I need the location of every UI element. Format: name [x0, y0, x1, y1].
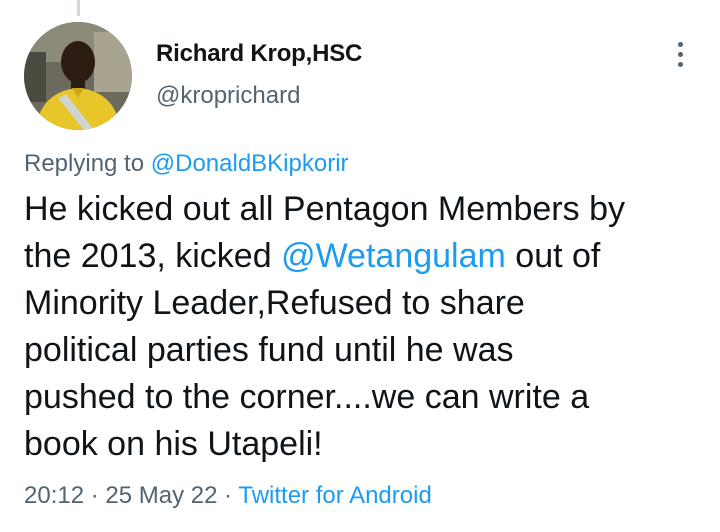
thread-line	[77, 0, 80, 16]
author-name[interactable]: Richard Krop,HSC	[156, 40, 362, 68]
mention-link[interactable]: @Wetangulam	[281, 237, 506, 275]
tweet-time[interactable]: 20:12	[24, 482, 84, 509]
replying-to: Replying to @DonaldBKipkorir	[24, 150, 349, 178]
tweet-source[interactable]: Twitter for Android	[238, 482, 431, 509]
tweet-line: He kicked out all Pentagon Members by	[24, 190, 625, 228]
tweet-line: political parties fund until he was	[24, 331, 514, 369]
tweet-text-segment: out of	[505, 237, 601, 275]
tweet: Richard Krop,HSC @kroprichard Replying t…	[0, 0, 720, 532]
tweet-line: the 2013, kicked @Wetangulam out of	[24, 233, 704, 280]
tweet-line: book on his Utapeli!	[24, 425, 323, 463]
replying-to-link[interactable]: @DonaldBKipkorir	[151, 150, 349, 177]
tweet-line: Minority Leader,Refused to share	[24, 284, 525, 322]
tweet-text: He kicked out all Pentagon Members by th…	[24, 186, 704, 468]
tweet-line: pushed to the corner....we can write a	[24, 378, 590, 416]
author-handle[interactable]: @kroprichard	[156, 82, 300, 110]
more-vertical-icon	[677, 61, 683, 67]
replying-prefix: Replying to	[24, 150, 151, 177]
avatar-image	[24, 22, 132, 130]
tweet-meta: 20:12 · 25 May 22 · Twitter for Android	[24, 482, 432, 510]
more-vertical-icon	[677, 51, 683, 57]
more-options-button[interactable]	[664, 36, 696, 72]
more-vertical-icon	[677, 41, 683, 47]
meta-separator: ·	[217, 482, 239, 509]
meta-separator: ·	[84, 482, 106, 509]
tweet-date[interactable]: 25 May 22	[105, 482, 217, 509]
tweet-text-segment: the 2013, kicked	[24, 237, 282, 275]
avatar[interactable]	[24, 22, 132, 130]
